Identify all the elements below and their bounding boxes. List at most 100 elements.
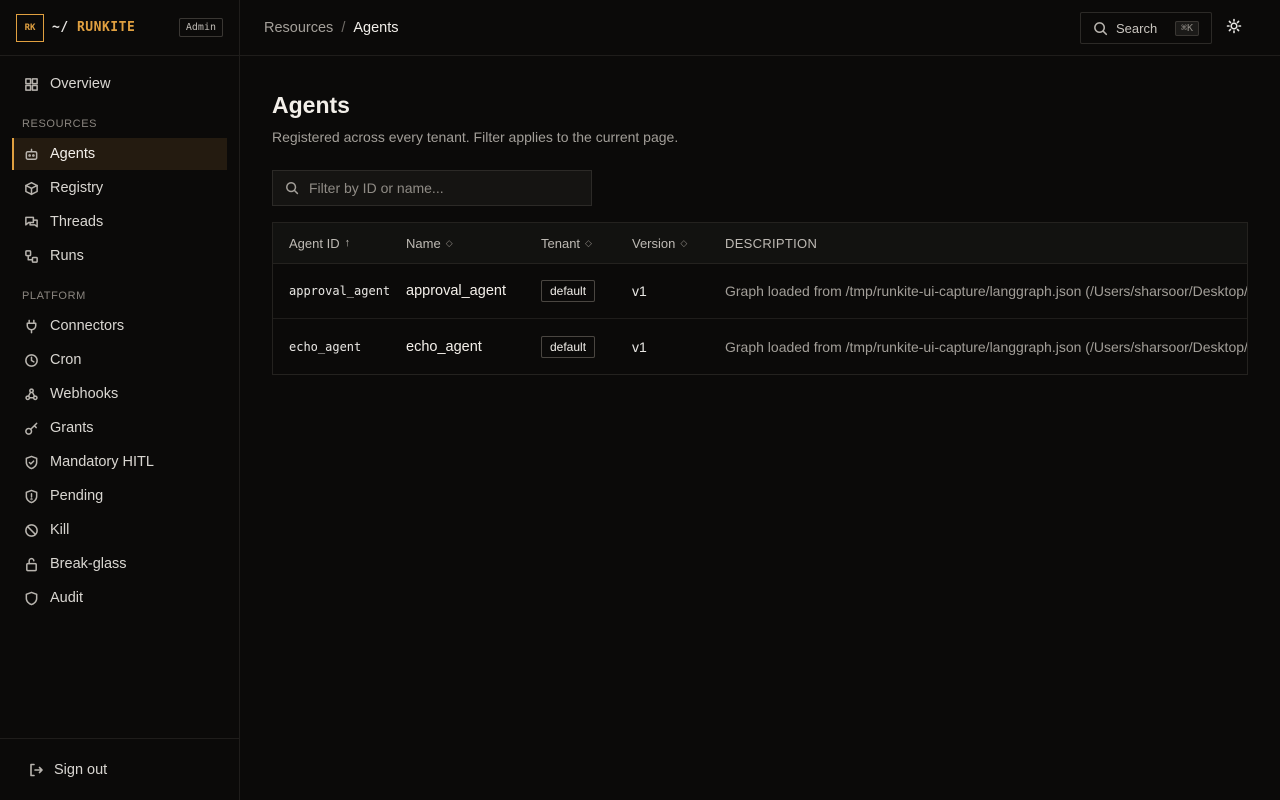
sidebar: RK ~/ RUNKITE Admin Overview RESOURCES A… — [0, 0, 240, 800]
column-header-agent-id[interactable]: Agent ID ↑ — [273, 236, 406, 251]
shield-alert-icon — [25, 489, 38, 503]
logo-text: RK — [24, 22, 36, 33]
sidebar-item-label: Cron — [50, 352, 82, 368]
agent-id-cell: echo_agent — [289, 339, 362, 354]
column-header-tenant[interactable]: Tenant ◇ — [541, 236, 632, 251]
topbar: Resources / Agents Search ⌘K — [240, 0, 1280, 56]
sidebar-item-label: Agents — [50, 146, 96, 162]
brand-title: RUNKITE — [76, 20, 136, 35]
search-label: Search — [1116, 20, 1158, 36]
sidebar-item-label: Registry — [50, 180, 104, 196]
sidebar-item-grants[interactable]: Grants — [12, 412, 227, 444]
filter-input[interactable] — [309, 180, 579, 196]
sort-ascending-icon: ↑ — [344, 237, 351, 249]
webhook-icon — [25, 387, 38, 400]
workflow-icon — [25, 249, 38, 263]
breadcrumb-separator: / — [341, 19, 346, 36]
agent-name-cell: echo_agent — [406, 338, 482, 355]
sidebar-item-kill[interactable]: Kill — [12, 514, 227, 546]
sidebar-item-runs[interactable]: Runs — [12, 240, 227, 272]
lock-open-icon — [26, 557, 37, 571]
sign-out-button[interactable]: Sign out — [0, 738, 239, 800]
column-header-name[interactable]: Name ◇ — [406, 236, 541, 251]
search-shortcut: ⌘K — [1174, 20, 1199, 36]
search-button[interactable]: Search ⌘K — [1080, 12, 1212, 44]
column-header-label: Name — [406, 235, 441, 251]
sidebar-item-audit[interactable]: Audit — [12, 582, 227, 614]
resources-heading: RESOURCES — [22, 118, 98, 130]
description-cell: Graph loaded from /tmp/runkite-ui-captur… — [725, 283, 1247, 299]
sidebar-item-label: Mandatory HITL — [50, 454, 154, 470]
sidebar-nav: Overview RESOURCES Agents Registry Threa… — [0, 56, 239, 614]
filter-field — [272, 170, 592, 206]
platform-heading: PLATFORM — [22, 290, 86, 302]
column-header-description: DESCRIPTION — [725, 236, 1247, 251]
sidebar-item-webhooks[interactable]: Webhooks — [12, 378, 227, 410]
sort-icon: ◇ — [445, 237, 453, 248]
sort-icon: ◇ — [585, 237, 592, 248]
sign-out-label: Sign out — [54, 761, 108, 778]
plug-icon — [26, 319, 37, 333]
sidebar-item-label: Runs — [50, 248, 84, 264]
tenant-badge: default — [541, 335, 596, 358]
sidebar-item-label: Threads — [50, 214, 104, 230]
sidebar-item-cron[interactable]: Cron — [12, 344, 227, 376]
sidebar-item-label: Kill — [50, 522, 70, 538]
sort-icon: ◇ — [680, 237, 688, 248]
table-row[interactable]: echo_agent echo_agent default v1 Graph l… — [273, 319, 1247, 374]
sidebar-item-break-glass[interactable]: Break-glass — [12, 548, 227, 580]
sidebar-item-registry[interactable]: Registry — [12, 172, 227, 204]
shield-icon — [25, 591, 38, 605]
admin-badge: Admin — [178, 18, 223, 37]
sidebar-item-label: Overview — [50, 76, 111, 92]
runkite-logo[interactable]: RK — [16, 13, 44, 42]
column-header-label: Version — [632, 235, 676, 251]
layout-grid-icon — [25, 77, 38, 91]
log-out-icon — [30, 763, 43, 776]
sidebar-item-mandatory-hitl[interactable]: Mandatory HITL — [12, 446, 227, 478]
brand-header: RK ~/ RUNKITE Admin — [0, 0, 239, 56]
breadcrumb-current: Agents — [353, 19, 399, 36]
breadcrumb: Resources / Agents — [264, 20, 399, 36]
agent-name-cell: approval_agent — [406, 283, 506, 299]
main-content: Agents Registered across every tenant. F… — [272, 56, 1248, 375]
breadcrumb-resources[interactable]: Resources — [264, 20, 333, 36]
sidebar-item-agents[interactable]: Agents — [12, 138, 227, 170]
version-cell: v1 — [632, 338, 647, 355]
ban-icon — [25, 523, 38, 537]
column-header-label: Tenant — [541, 235, 581, 251]
sidebar-item-label: Webhooks — [50, 386, 119, 402]
bot-icon — [25, 148, 38, 160]
theme-toggle-button[interactable] — [1226, 18, 1246, 38]
page-subtitle: Registered across every tenant. Filter a… — [272, 129, 679, 145]
page-title: Agents — [272, 92, 350, 118]
sidebar-item-label: Pending — [50, 488, 104, 504]
sidebar-item-threads[interactable]: Threads — [12, 206, 227, 238]
sidebar-item-label: Connectors — [50, 318, 125, 334]
column-header-version[interactable]: Version ◇ — [632, 236, 725, 251]
sidebar-item-connectors[interactable]: Connectors — [12, 310, 227, 342]
key-icon — [25, 422, 38, 435]
agents-table: Agent ID ↑ Name ◇ Tenant ◇ Version ◇ DES… — [272, 222, 1248, 375]
tenant-cell: default — [541, 335, 632, 358]
sidebar-item-pending[interactable]: Pending — [12, 480, 227, 512]
sidebar-item-label: Audit — [50, 590, 84, 606]
table-header: Agent ID ↑ Name ◇ Tenant ◇ Version ◇ DES… — [273, 223, 1247, 264]
description-cell: Graph loaded from /tmp/runkite-ui-captur… — [725, 338, 1247, 355]
sidebar-item-overview[interactable]: Overview — [12, 68, 227, 100]
shield-check-icon — [25, 455, 38, 469]
sun-icon — [1226, 18, 1242, 34]
clock-icon — [25, 353, 38, 367]
package-icon — [25, 181, 38, 195]
sidebar-item-label: Grants — [50, 420, 94, 436]
search-icon — [1094, 21, 1108, 35]
version-cell: v1 — [632, 283, 647, 299]
brand-prefix: ~/ — [52, 20, 69, 35]
brand-name: ~/ RUNKITE — [52, 20, 135, 35]
messages-icon — [25, 216, 38, 227]
sidebar-item-label: Break-glass — [50, 556, 127, 572]
tenant-badge: default — [541, 280, 596, 302]
table-row[interactable]: approval_agent approval_agent default v1… — [273, 264, 1247, 319]
agent-id-cell: approval_agent — [289, 284, 391, 298]
column-header-label: Agent ID — [289, 235, 340, 251]
